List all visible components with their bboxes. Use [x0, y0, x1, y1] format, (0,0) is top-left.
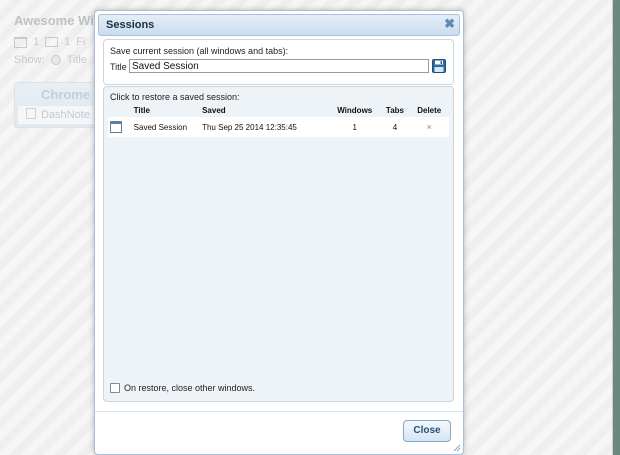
close-other-windows-label: On restore, close other windows. — [124, 383, 256, 393]
close-other-windows-checkbox[interactable] — [110, 383, 120, 393]
dialog-titlebar[interactable]: Sessions ✖ — [98, 14, 460, 36]
column-icon — [108, 103, 132, 117]
column-delete: Delete — [417, 105, 442, 115]
dialog-title: Sessions — [106, 19, 155, 31]
footer-divider — [95, 411, 463, 412]
session-title-input[interactable] — [129, 59, 429, 73]
session-windows-cell[interactable]: 1 — [329, 117, 381, 137]
restore-session-panel: Click to restore a saved session: Title … — [103, 86, 454, 402]
resize-grip-icon[interactable] — [453, 444, 461, 452]
delete-icon[interactable]: × — [427, 122, 432, 132]
session-title-cell[interactable]: Saved Session — [131, 117, 201, 137]
session-saved-cell[interactable]: Thu Sep 25 2014 12:35:45 — [200, 117, 330, 137]
save-session-panel: Save current session (all windows and ta… — [103, 39, 454, 85]
save-hint: Save current session (all windows and ta… — [110, 46, 289, 56]
close-other-windows-option[interactable]: On restore, close other windows. — [110, 383, 255, 393]
table-header-row: Title Saved Windows Tabs Delete — [108, 103, 449, 117]
session-tabs-cell[interactable]: 4 — [380, 117, 410, 137]
table-row[interactable]: Saved Session Thu Sep 25 2014 12:35:45 1… — [108, 117, 449, 137]
title-label: Title — [110, 62, 127, 72]
window-icon — [110, 121, 122, 133]
column-tabs: Tabs — [385, 105, 404, 115]
sessions-dialog: Sessions ✖ Save current session (all win… — [94, 10, 464, 455]
column-saved: Saved — [202, 105, 226, 115]
sessions-table: Title Saved Windows Tabs Delete Saved Se… — [108, 103, 449, 137]
restore-hint: Click to restore a saved session: — [110, 92, 240, 102]
close-icon[interactable]: ✖ — [444, 16, 455, 32]
floppy-disk-icon[interactable] — [432, 59, 446, 73]
column-windows: Windows — [337, 105, 373, 115]
close-button[interactable]: Close — [403, 420, 451, 442]
column-title: Title — [133, 105, 150, 115]
